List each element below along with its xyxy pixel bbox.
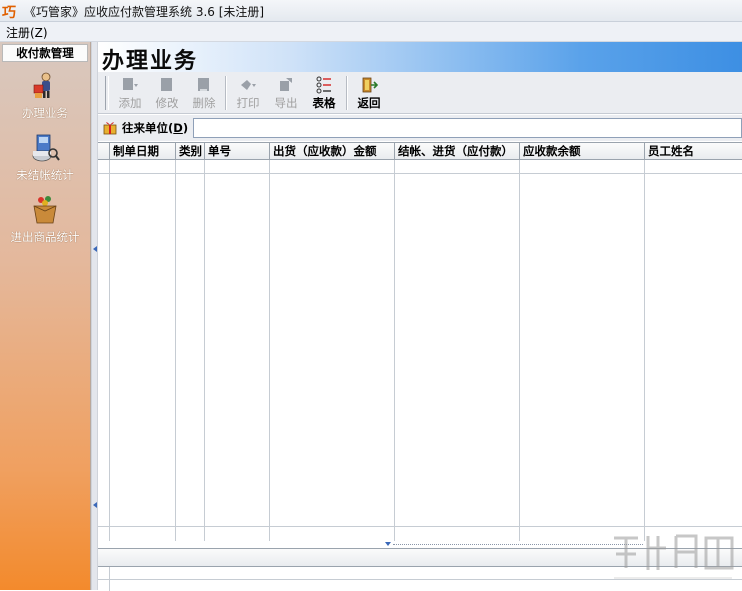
collapse-left-arrow-icon[interactable] xyxy=(93,502,97,508)
goods-box-icon xyxy=(33,196,57,224)
toolbar-separator xyxy=(346,76,348,110)
export-button[interactable]: 导出 xyxy=(268,74,304,112)
grid-column-line xyxy=(519,160,520,541)
resize-dotted-line xyxy=(393,544,643,545)
toolbar-grip[interactable] xyxy=(105,76,109,110)
records-grid[interactable]: 制单日期 类别 单号 出货（应收款）金额 结帐、进货（应付款） 应收款余额 员工… xyxy=(98,142,742,541)
menu-register[interactable]: 注册(Z) xyxy=(6,24,48,41)
grid-column-line xyxy=(394,160,395,541)
sidebar-header[interactable]: 收付款管理 xyxy=(2,44,88,62)
sidebar-item-label: 进出商品统计 xyxy=(10,230,80,244)
grid-column-line xyxy=(644,160,645,541)
delete-record-icon xyxy=(198,78,209,91)
edit-record-icon xyxy=(161,78,172,91)
partner-gift-icon xyxy=(103,122,117,135)
sidebar-item-goods[interactable]: 进出商品统计 xyxy=(0,194,90,250)
grid-column-line xyxy=(269,160,270,541)
collapse-left-arrow-icon[interactable] xyxy=(93,246,97,252)
column-header-outgoing-amount[interactable]: 出货（应收款）金额 xyxy=(270,143,395,160)
grid-column-line xyxy=(175,160,176,541)
title-bar: 巧 《巧管家》应收应付款管理系统 3.6 [未注册] xyxy=(0,0,742,22)
grid-row-line xyxy=(98,526,742,527)
add-record-icon xyxy=(123,78,138,90)
toolbar: 添加 修改 删除 打印 导出 表格 返回 xyxy=(98,72,742,114)
add-button[interactable]: 添加 xyxy=(112,74,148,112)
edit-button[interactable]: 修改 xyxy=(149,74,185,112)
column-header-employee[interactable]: 员工姓名 xyxy=(645,143,742,160)
table-button[interactable]: 表格 xyxy=(306,74,342,112)
sidebar-item-unsettled[interactable]: 未结帐统计 xyxy=(0,132,90,188)
grid-column-line xyxy=(109,160,110,541)
column-header-settle-incoming[interactable]: 结帐、进货（应付款） xyxy=(395,143,520,160)
back-label: 返回 xyxy=(357,96,381,110)
filter-bar: 往来单位(D) xyxy=(98,115,742,141)
print-label: 打印 xyxy=(236,96,260,110)
page-title: 办理业务 xyxy=(102,49,199,74)
print-icon xyxy=(241,80,256,90)
panel-splitter[interactable] xyxy=(91,42,98,590)
menu-bar: 注册(Z) xyxy=(0,22,742,42)
table-label: 表格 xyxy=(312,96,336,110)
sidebar-item-business[interactable]: 办理业务 xyxy=(0,70,90,126)
edit-label: 修改 xyxy=(155,96,179,110)
column-header-receivable-balance[interactable]: 应收款余额 xyxy=(520,143,645,160)
column-header-number[interactable]: 单号 xyxy=(205,143,270,160)
app-logo: 巧 xyxy=(2,5,16,21)
partner-shortcut-key: D xyxy=(173,121,183,135)
partner-label-text: 往来单位 xyxy=(122,121,169,135)
column-header-date[interactable]: 制单日期 xyxy=(110,143,176,160)
partner-picker-button[interactable]: 往来单位(D) xyxy=(102,119,188,137)
grid-row-line xyxy=(98,173,742,174)
grid-resize-handle[interactable] xyxy=(385,541,645,547)
grid-header: 制单日期 类别 单号 出货（应收款）金额 结帐、进货（应付款） 应收款余额 员工… xyxy=(98,143,742,160)
collapse-down-arrow-icon[interactable] xyxy=(385,542,391,546)
delete-label: 删除 xyxy=(192,96,216,110)
watermark-logo xyxy=(614,534,734,579)
table-list-icon xyxy=(316,76,331,94)
column-header-type[interactable]: 类别 xyxy=(176,143,205,160)
sidebar-item-label: 办理业务 xyxy=(22,106,68,120)
export-label: 导出 xyxy=(274,96,298,110)
grid-column-line xyxy=(204,160,205,541)
sidebar-item-label: 未结帐统计 xyxy=(16,168,74,182)
delete-button[interactable]: 删除 xyxy=(186,74,222,112)
toolbar-separator xyxy=(225,76,227,110)
add-label: 添加 xyxy=(118,96,142,110)
back-exit-icon xyxy=(362,77,378,93)
export-icon xyxy=(280,78,292,91)
unsettled-stats-icon xyxy=(32,134,60,162)
print-button[interactable]: 打印 xyxy=(230,74,266,112)
sidebar: 收付款管理 办理业务 未结帐统计 进出商品统计 xyxy=(0,42,91,590)
partner-input[interactable] xyxy=(193,118,742,138)
window-title: 《巧管家》应收应付款管理系统 3.6 [未注册] xyxy=(24,5,265,19)
page-banner: 办理业务 xyxy=(98,42,742,74)
business-person-icon xyxy=(33,72,51,98)
row-indicator-header xyxy=(98,143,110,160)
back-button[interactable]: 返回 xyxy=(351,74,387,112)
